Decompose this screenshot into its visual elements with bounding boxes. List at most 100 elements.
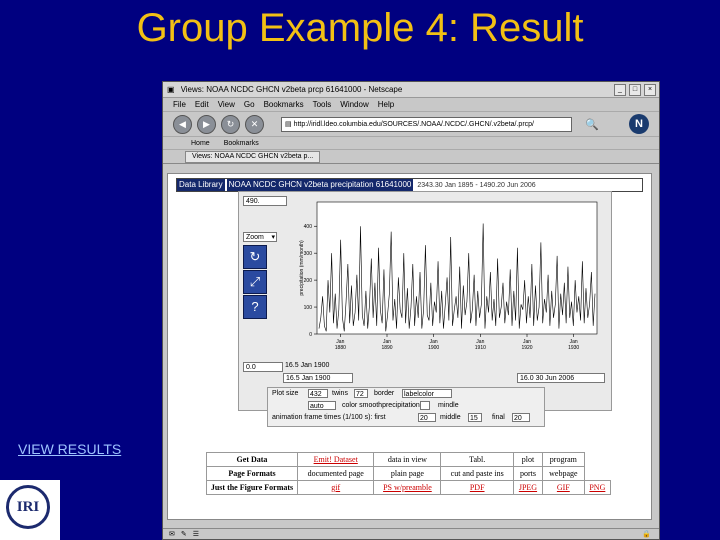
y-tick-label: 400 xyxy=(304,224,313,230)
link-plot[interactable]: plot xyxy=(512,452,543,467)
menu-view[interactable]: View xyxy=(218,100,235,109)
twins-label: twins xyxy=(332,390,348,397)
menu-tools[interactable]: Tools xyxy=(313,100,332,109)
mindle-label: mindle xyxy=(438,402,459,409)
link-jpeg[interactable]: JPEG xyxy=(512,480,543,495)
menu-go[interactable]: Go xyxy=(244,100,255,109)
link-data-in-view[interactable]: data in view xyxy=(373,452,442,467)
border-select[interactable]: labelcolor xyxy=(402,389,452,398)
x-tick-label: 1890 xyxy=(381,345,392,351)
refresh-icon[interactable]: ↻ xyxy=(243,245,267,269)
minimize-button[interactable]: _ xyxy=(614,83,626,96)
slide-title: Group Example 4: Result xyxy=(136,6,584,50)
help-icon[interactable]: ? xyxy=(243,295,267,319)
first-input[interactable]: 20 xyxy=(418,413,436,422)
netscape-logo-icon: N xyxy=(629,114,649,134)
row-label-figure-formats: Just the Figure Formats xyxy=(206,480,298,495)
y-axis-label: precipitation (mm/month) xyxy=(299,240,305,296)
x-tick-label: 1920 xyxy=(521,345,532,351)
table-row: Page Formats documented page plain page … xyxy=(206,466,611,481)
link-gif2[interactable]: GIF xyxy=(541,480,585,495)
menu-window[interactable]: Window xyxy=(340,100,368,109)
page-content: Data Library NOAA NCDC GHCN v2beta preci… xyxy=(167,173,652,520)
link-table[interactable]: Tabl. xyxy=(440,452,514,467)
zoom-select[interactable]: Zoom xyxy=(243,232,277,243)
window-titlebar: ▣ Views: NOAA NCDC GHCN v2beta prcp 6164… xyxy=(163,82,659,98)
link-webpage[interactable]: webpage xyxy=(541,466,585,481)
zoom-out-icon[interactable]: ⤢ xyxy=(243,270,267,294)
y-tick-label: 0 xyxy=(309,332,312,338)
bookmark-bookmarks[interactable]: Bookmarks xyxy=(224,140,259,147)
link-ps-preamble[interactable]: PS w/preamble xyxy=(373,480,442,495)
tmin-field[interactable]: 16.5 Jan 1900 xyxy=(283,373,353,383)
link-plain-page[interactable]: plain page xyxy=(373,466,442,481)
middle-label: middle xyxy=(440,414,461,421)
menu-bar: File Edit View Go Bookmarks Tools Window… xyxy=(163,98,659,112)
animation-label: animation frame times (1/100 s): first xyxy=(272,414,386,421)
link-documented-page[interactable]: documented page xyxy=(296,466,375,481)
url-input[interactable]: ▤ http://iridl.ldeo.columbia.edu/SOURCES… xyxy=(281,116,572,132)
link-program[interactable]: program xyxy=(541,452,585,467)
link-ports[interactable]: ports xyxy=(512,466,543,481)
bookmarks-toolbar: Home Bookmarks xyxy=(163,137,659,150)
final-label: final xyxy=(492,414,505,421)
border-label: border xyxy=(374,390,395,397)
final-input[interactable]: 20 xyxy=(512,413,530,422)
link-png[interactable]: PNG xyxy=(583,480,612,495)
color-label: color smoothprecipitation xyxy=(342,402,420,409)
menu-edit[interactable]: Edit xyxy=(195,100,209,109)
menu-file[interactable]: File xyxy=(173,100,186,109)
ymin-field[interactable]: 0.0 xyxy=(243,362,283,372)
x-tick-label: 1880 xyxy=(335,345,346,351)
ymax-field[interactable]: 490. xyxy=(243,196,287,206)
plot-options-form: Plot size 432 twins 72 border labelcolor… xyxy=(267,387,545,427)
forward-icon[interactable]: ▶ xyxy=(197,114,216,134)
color-checkbox[interactable] xyxy=(420,401,430,410)
menu-bookmarks[interactable]: Bookmarks xyxy=(264,100,304,109)
lock-icon: 🔒 xyxy=(642,531,651,538)
reload-icon[interactable]: ↻ xyxy=(221,114,240,134)
composer-icon[interactable]: ✎ xyxy=(181,530,187,538)
menu-help[interactable]: Help xyxy=(378,100,394,109)
maximize-button[interactable]: □ xyxy=(629,83,641,96)
close-button[interactable]: × xyxy=(644,83,656,96)
row-label-get-data: Get Data xyxy=(206,452,298,467)
middle-input[interactable]: 15 xyxy=(468,413,482,422)
breadcrumb-data-library[interactable]: Data Library xyxy=(177,179,225,191)
x-tick-label: 1930 xyxy=(568,345,579,351)
iri-logo-mark: IRI xyxy=(6,485,50,529)
navigation-toolbar: ◀ ▶ ↻ ✕ ▤ http://iridl.ldeo.columbia.edu… xyxy=(163,112,659,137)
link-gif[interactable]: gif xyxy=(296,480,375,495)
breadcrumb-dataset[interactable]: NOAA NCDC GHCN v2beta precipitation 6164… xyxy=(226,179,414,191)
mail-icon[interactable]: ✉ xyxy=(169,530,175,538)
search-icon[interactable]: 🔍 xyxy=(585,118,599,131)
link-cut-and-paste[interactable]: cut and paste ins xyxy=(440,466,514,481)
tmax-field[interactable]: 16.0 30 Jun 2006 xyxy=(517,373,605,383)
plot-panel: 490. Zoom ↻ ⤢ ? 0.0 16.5 Jan 1900 16.5 J… xyxy=(238,191,612,411)
url-text: http://iridl.ldeo.columbia.edu/SOURCES/.… xyxy=(293,120,534,128)
y-tick-label: 100 xyxy=(304,305,313,311)
back-icon[interactable]: ◀ xyxy=(173,114,192,134)
iri-logo: IRI xyxy=(0,480,60,540)
links-table: Get Data Emit! Dataset data in view Tabl… xyxy=(206,452,612,495)
auto-select[interactable]: auto xyxy=(308,401,336,410)
view-results-link[interactable]: VIEW RESULTS xyxy=(18,441,121,457)
page-icon: ▤ xyxy=(285,121,294,128)
tmin-label: 16.5 Jan 1900 xyxy=(285,362,330,369)
tab-bar: Views: NOAA NCDC GHCN v2beta p... xyxy=(163,150,659,164)
tab-views[interactable]: Views: NOAA NCDC GHCN v2beta p... xyxy=(185,150,321,163)
table-row: Just the Figure Formats gif PS w/preambl… xyxy=(206,480,612,495)
breadcrumb: Data Library NOAA NCDC GHCN v2beta preci… xyxy=(176,178,643,192)
plot-size-label: Plot size xyxy=(272,390,299,397)
width-input[interactable]: 432 xyxy=(308,389,328,398)
stop-icon[interactable]: ✕ xyxy=(245,114,264,134)
breadcrumb-range: 2343.30 Jan 1895 - 1490.20 Jun 2006 xyxy=(417,181,536,189)
netscape-window: ▣ Views: NOAA NCDC GHCN v2beta prcp 6164… xyxy=(162,81,660,540)
row-label-page-formats: Page Formats xyxy=(206,466,298,481)
address-book-icon[interactable]: ☰ xyxy=(193,530,199,538)
twins-input[interactable]: 72 xyxy=(354,389,368,398)
bookmark-home[interactable]: Home xyxy=(191,140,210,147)
link-emit-dataset[interactable]: Emit! Dataset xyxy=(296,452,375,467)
link-pdf[interactable]: PDF xyxy=(440,480,514,495)
status-bar: ✉ ✎ ☰ 🔒 xyxy=(163,528,659,539)
